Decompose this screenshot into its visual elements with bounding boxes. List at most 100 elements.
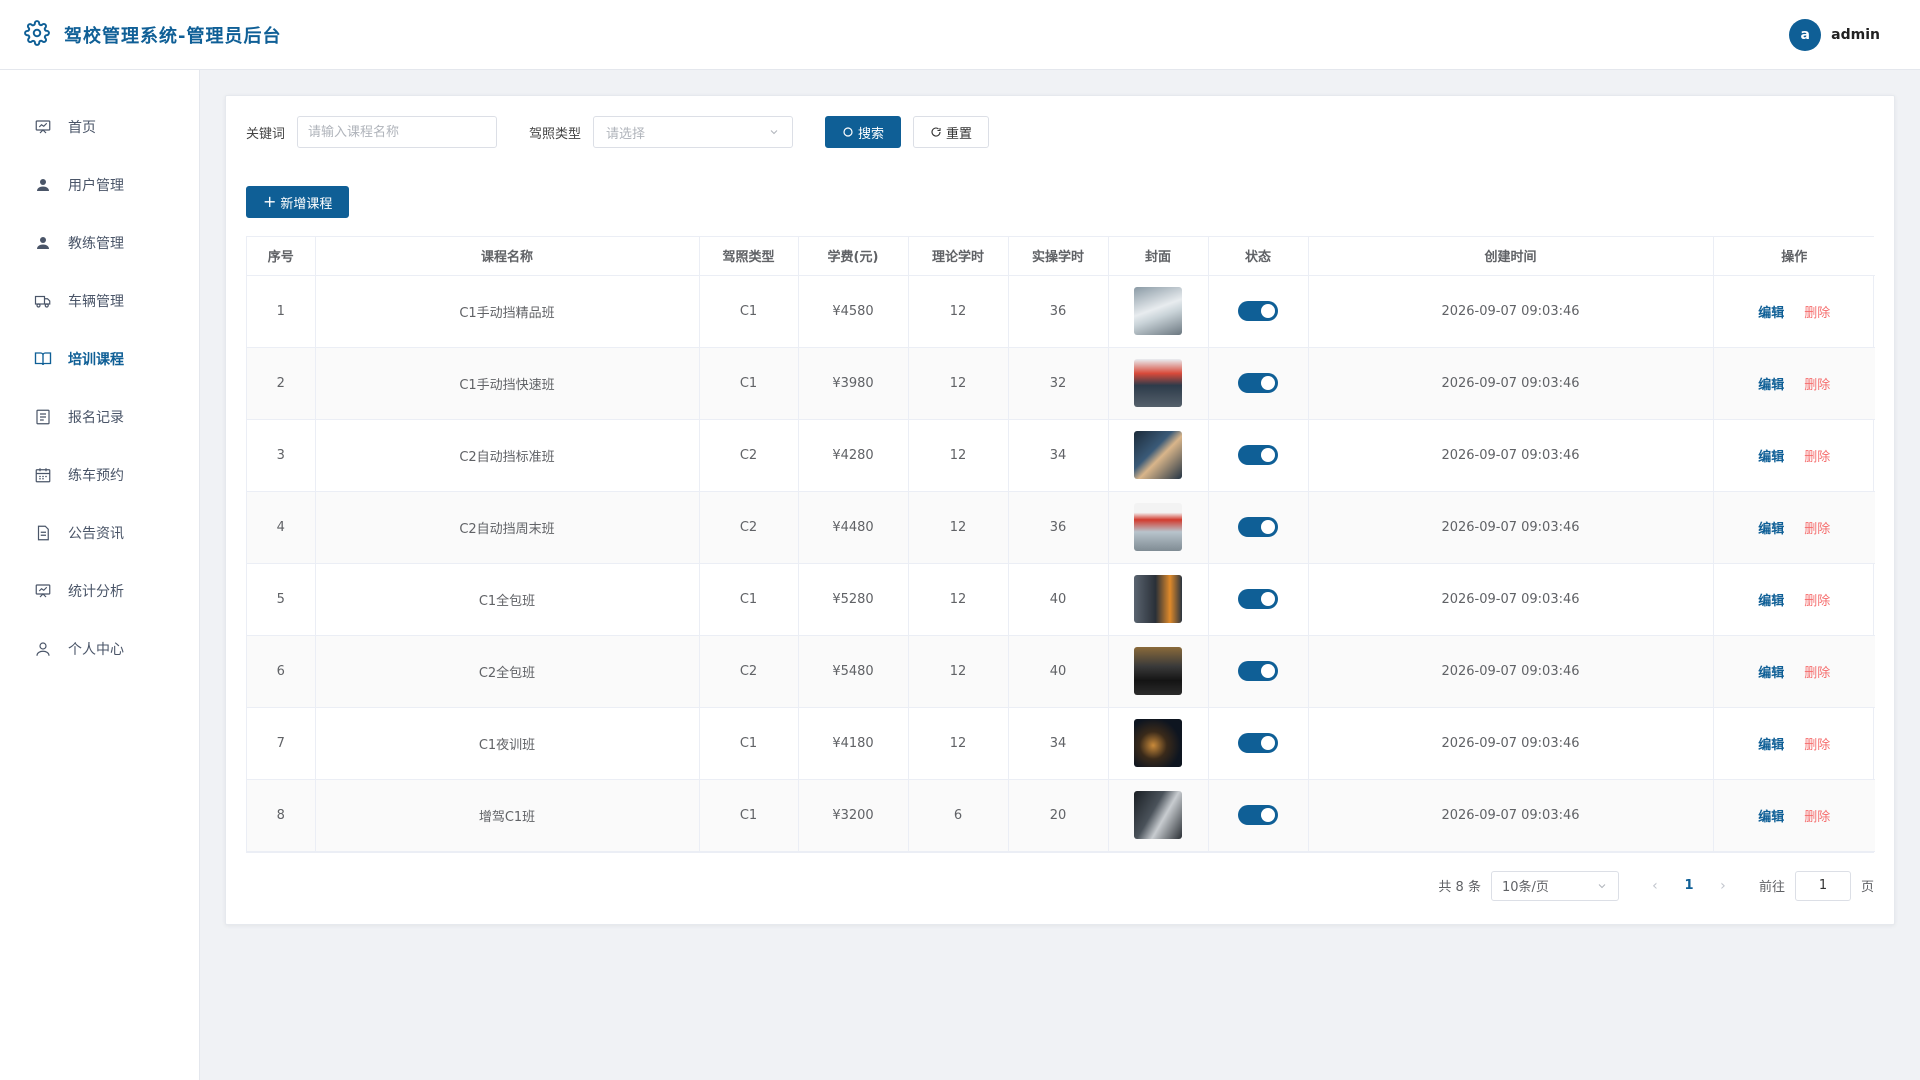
edit-button[interactable]: 编辑 xyxy=(1758,450,1784,465)
table-row: 8 增驾C1班 C1 ¥3200 6 20 2026-09-07 09:03:4… xyxy=(247,779,1875,852)
cover-image[interactable] xyxy=(1134,287,1182,335)
sidebar-item-statistics[interactable]: 统计分析 xyxy=(0,562,199,620)
next-page-button[interactable]: › xyxy=(1711,878,1735,894)
edit-button[interactable]: 编辑 xyxy=(1758,666,1784,681)
cover-image[interactable] xyxy=(1134,503,1182,551)
cover-image[interactable] xyxy=(1134,719,1182,767)
reset-button[interactable]: 重置 xyxy=(913,116,990,148)
cell-name: C1全包班 xyxy=(315,563,700,636)
cell-fee: ¥4580 xyxy=(798,275,909,348)
sidebar-item-enrollments[interactable]: 报名记录 xyxy=(0,388,199,446)
cell-theory: 12 xyxy=(908,347,1009,420)
sidebar: 首页 用户管理 教练管理 车辆管理 培训课程 报名记录 练车预约 公告资讯 统计… xyxy=(0,70,200,1080)
cell-practice: 34 xyxy=(1008,419,1109,492)
table-row: 1 C1手动挡精品班 C1 ¥4580 12 36 2026-09-07 09:… xyxy=(247,275,1875,348)
status-toggle[interactable] xyxy=(1238,373,1278,393)
goto-page-input[interactable] xyxy=(1794,870,1851,901)
cover-image[interactable] xyxy=(1134,359,1182,407)
page-number[interactable]: 1 xyxy=(1677,878,1701,893)
table-row: 3 C2自动挡标准班 C2 ¥4280 12 34 2026-09-07 09:… xyxy=(247,419,1875,492)
delete-button[interactable]: 删除 xyxy=(1804,810,1830,825)
sidebar-item-users[interactable]: 用户管理 xyxy=(0,156,199,214)
username[interactable]: admin xyxy=(1831,27,1880,43)
table-row: 2 C1手动挡快速班 C1 ¥3980 12 32 2026-09-07 09:… xyxy=(247,347,1875,420)
status-toggle[interactable] xyxy=(1238,733,1278,753)
delete-button[interactable]: 删除 xyxy=(1804,738,1830,753)
col-header-created: 创建时间 xyxy=(1308,237,1714,276)
edit-button[interactable]: 编辑 xyxy=(1758,594,1784,609)
calendar-icon xyxy=(35,468,51,483)
cell-license: C1 xyxy=(699,275,799,348)
cell-practice: 20 xyxy=(1008,779,1109,852)
sidebar-item-vehicles[interactable]: 车辆管理 xyxy=(0,272,199,330)
delete-button[interactable]: 删除 xyxy=(1804,450,1830,465)
delete-button[interactable]: 删除 xyxy=(1804,666,1830,681)
sidebar-item-notices[interactable]: 公告资讯 xyxy=(0,504,199,562)
total-count: 共 8 条 xyxy=(1438,880,1481,895)
status-toggle[interactable] xyxy=(1238,445,1278,465)
sidebar-item-label: 教练管理 xyxy=(68,236,124,252)
col-header-cover: 封面 xyxy=(1108,237,1209,276)
cover-image[interactable] xyxy=(1134,575,1182,623)
delete-button[interactable]: 删除 xyxy=(1804,306,1830,321)
notice-icon xyxy=(37,525,49,541)
cell-index: 2 xyxy=(247,347,316,420)
search-button[interactable]: 搜索 xyxy=(825,116,902,148)
sidebar-item-label: 车辆管理 xyxy=(68,294,124,310)
sidebar-item-bookings[interactable]: 练车预约 xyxy=(0,446,199,504)
course-table: 序号 课程名称 驾照类型 学费(元) 理论学时 实操学时 封面 状态 创建时间 … xyxy=(246,236,1875,853)
edit-button[interactable]: 编辑 xyxy=(1758,306,1784,321)
cell-created: 2026-09-07 09:03:46 xyxy=(1308,275,1714,348)
delete-button[interactable]: 删除 xyxy=(1804,378,1830,393)
keyword-input[interactable] xyxy=(297,116,498,148)
cell-license: C2 xyxy=(699,491,799,564)
cell-created: 2026-09-07 09:03:46 xyxy=(1308,419,1714,492)
sidebar-item-coaches[interactable]: 教练管理 xyxy=(0,214,199,272)
cover-image[interactable] xyxy=(1134,431,1182,479)
cover-image[interactable] xyxy=(1134,647,1182,695)
cell-name: 增驾C1班 xyxy=(315,779,700,852)
page-size-select[interactable]: 10条/页 xyxy=(1490,870,1619,901)
license-type-select[interactable]: 请选择 xyxy=(593,116,794,148)
cell-name: C1手动挡精品班 xyxy=(315,275,700,348)
status-toggle[interactable] xyxy=(1238,661,1278,681)
cell-practice: 36 xyxy=(1008,491,1109,564)
edit-button[interactable]: 编辑 xyxy=(1758,738,1784,753)
user-icon xyxy=(37,237,49,249)
cell-license: C1 xyxy=(699,779,799,852)
table-row: 5 C1全包班 C1 ¥5280 12 40 2026-09-07 09:03:… xyxy=(247,563,1875,636)
delete-button[interactable]: 删除 xyxy=(1804,522,1830,537)
keyword-label: 关键词 xyxy=(246,126,286,142)
user-menu[interactable]: a admin xyxy=(1789,18,1880,51)
gear-icon xyxy=(24,19,50,50)
cell-practice: 34 xyxy=(1008,707,1109,780)
page-size-value: 10条/页 xyxy=(1501,880,1549,895)
prev-page-button[interactable]: ‹ xyxy=(1643,878,1667,894)
sidebar-item-home[interactable]: 首页 xyxy=(0,98,199,156)
sidebar-item-profile[interactable]: 个人中心 xyxy=(0,620,199,678)
status-toggle[interactable] xyxy=(1238,517,1278,537)
cell-name: C1手动挡快速班 xyxy=(315,347,700,420)
edit-button[interactable]: 编辑 xyxy=(1758,378,1784,393)
status-toggle[interactable] xyxy=(1238,301,1278,321)
delete-button[interactable]: 删除 xyxy=(1804,594,1830,609)
book-icon xyxy=(34,352,52,366)
avatar[interactable]: a xyxy=(1789,18,1822,51)
edit-button[interactable]: 编辑 xyxy=(1758,810,1784,825)
status-toggle[interactable] xyxy=(1238,805,1278,825)
cell-created: 2026-09-07 09:03:46 xyxy=(1308,707,1714,780)
sidebar-item-label: 报名记录 xyxy=(68,410,124,426)
table-header-row: 序号 课程名称 驾照类型 学费(元) 理论学时 实操学时 封面 状态 创建时间 … xyxy=(247,237,1875,276)
edit-button[interactable]: 编辑 xyxy=(1758,522,1784,537)
status-toggle[interactable] xyxy=(1238,589,1278,609)
app-title: 驾校管理系统-管理员后台 xyxy=(64,25,282,47)
sidebar-item-label: 公告资讯 xyxy=(68,526,124,542)
col-header-name: 课程名称 xyxy=(315,237,700,276)
sidebar-item-courses[interactable]: 培训课程 xyxy=(0,330,199,388)
col-header-practice: 实操学时 xyxy=(1008,237,1109,276)
license-type-label: 驾照类型 xyxy=(529,126,582,142)
add-course-button[interactable]: + 新增课程 xyxy=(246,186,350,218)
cell-theory: 6 xyxy=(908,779,1009,852)
cell-theory: 12 xyxy=(908,275,1009,348)
cover-image[interactable] xyxy=(1134,791,1182,839)
